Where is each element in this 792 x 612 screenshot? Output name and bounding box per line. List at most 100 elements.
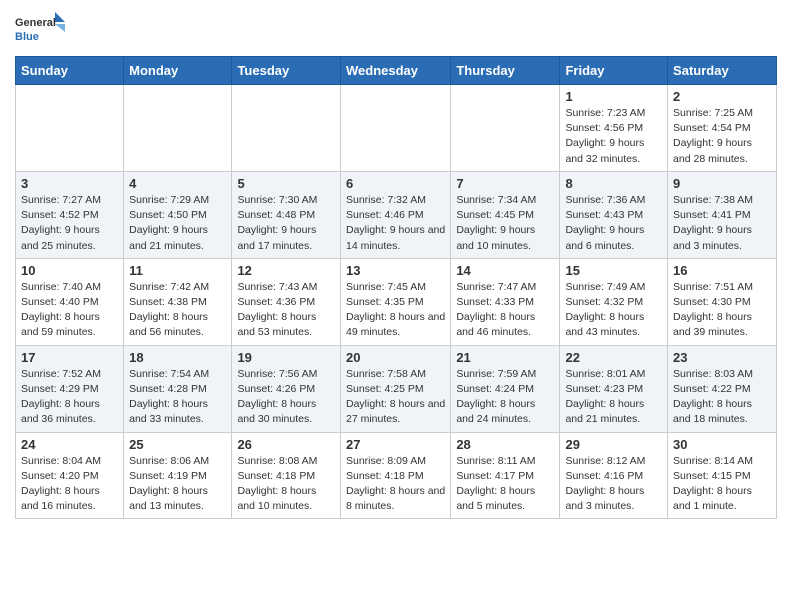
- calendar-cell-2-0: 10 Sunrise: 7:40 AM Sunset: 4:40 PM Dayli…: [16, 258, 124, 345]
- day-info: Sunrise: 7:34 AM Sunset: 4:45 PM Dayligh…: [456, 193, 554, 254]
- day-number: 29: [565, 437, 662, 452]
- col-header-wednesday: Wednesday: [340, 57, 450, 85]
- day-info: Sunrise: 7:25 AM Sunset: 4:54 PM Dayligh…: [673, 106, 771, 167]
- day-info: Sunrise: 8:08 AM Sunset: 4:18 PM Dayligh…: [237, 454, 335, 515]
- calendar-cell-1-1: 4 Sunrise: 7:29 AM Sunset: 4:50 PM Daylig…: [124, 171, 232, 258]
- calendar-row-4: 24 Sunrise: 8:04 AM Sunset: 4:20 PM Dayli…: [16, 432, 777, 519]
- calendar-cell-1-4: 7 Sunrise: 7:34 AM Sunset: 4:45 PM Daylig…: [451, 171, 560, 258]
- calendar-cell-1-0: 3Sunrise: 7:27 AM Sunset: 4:52 PM Daylig…: [16, 171, 124, 258]
- day-info: Sunrise: 7:56 AM Sunset: 4:26 PM Dayligh…: [237, 367, 335, 428]
- day-info: Sunrise: 8:09 AM Sunset: 4:18 PM Dayligh…: [346, 454, 445, 515]
- calendar-cell-3-5: 22 Sunrise: 8:01 AM Sunset: 4:23 PM Dayli…: [560, 345, 668, 432]
- day-info: Sunrise: 8:12 AM Sunset: 4:16 PM Dayligh…: [565, 454, 662, 515]
- calendar-cell-3-0: 17 Sunrise: 7:52 AM Sunset: 4:29 PM Dayli…: [16, 345, 124, 432]
- col-header-saturday: Saturday: [668, 57, 777, 85]
- day-number: 27: [346, 437, 445, 452]
- calendar-cell-2-6: 16 Sunrise: 7:51 AM Sunset: 4:30 PM Dayli…: [668, 258, 777, 345]
- day-info: Sunrise: 7:58 AM Sunset: 4:25 PM Dayligh…: [346, 367, 445, 428]
- day-number: 7: [456, 176, 554, 191]
- day-number: 18: [129, 350, 226, 365]
- day-number: 21: [456, 350, 554, 365]
- calendar-row-1: 3Sunrise: 7:27 AM Sunset: 4:52 PM Daylig…: [16, 171, 777, 258]
- day-info: Sunrise: 7:45 AM Sunset: 4:35 PM Dayligh…: [346, 280, 445, 341]
- calendar-row-0: 1 Sunrise: 7:23 AM Sunset: 4:56 PM Daylig…: [16, 85, 777, 172]
- col-header-friday: Friday: [560, 57, 668, 85]
- calendar-cell-2-4: 14 Sunrise: 7:47 AM Sunset: 4:33 PM Dayli…: [451, 258, 560, 345]
- svg-text:General: General: [15, 17, 56, 29]
- day-info: Sunrise: 7:29 AM Sunset: 4:50 PM Dayligh…: [129, 193, 226, 254]
- day-number: 8: [565, 176, 662, 191]
- day-info: Sunrise: 7:42 AM Sunset: 4:38 PM Dayligh…: [129, 280, 226, 341]
- calendar-cell-3-6: 23 Sunrise: 8:03 AM Sunset: 4:22 PM Dayli…: [668, 345, 777, 432]
- calendar-cell-4-4: 28Sunrise: 8:11 AM Sunset: 4:17 PM Dayli…: [451, 432, 560, 519]
- calendar-cell-4-0: 24 Sunrise: 8:04 AM Sunset: 4:20 PM Dayli…: [16, 432, 124, 519]
- day-number: 28: [456, 437, 554, 452]
- calendar-cell-4-5: 29 Sunrise: 8:12 AM Sunset: 4:16 PM Dayli…: [560, 432, 668, 519]
- day-number: 30: [673, 437, 771, 452]
- calendar-cell-1-3: 6Sunrise: 7:32 AM Sunset: 4:46 PM Daylig…: [340, 171, 450, 258]
- calendar-cell-3-3: 20 Sunrise: 7:58 AM Sunset: 4:25 PM Dayli…: [340, 345, 450, 432]
- day-number: 23: [673, 350, 771, 365]
- day-number: 22: [565, 350, 662, 365]
- calendar-cell-1-2: 5Sunrise: 7:30 AM Sunset: 4:48 PM Daylig…: [232, 171, 341, 258]
- day-number: 19: [237, 350, 335, 365]
- day-number: 10: [21, 263, 118, 278]
- calendar-cell-2-2: 12Sunrise: 7:43 AM Sunset: 4:36 PM Dayli…: [232, 258, 341, 345]
- day-info: Sunrise: 7:36 AM Sunset: 4:43 PM Dayligh…: [565, 193, 662, 254]
- calendar-cell-4-3: 27 Sunrise: 8:09 AM Sunset: 4:18 PM Dayli…: [340, 432, 450, 519]
- calendar-row-2: 10 Sunrise: 7:40 AM Sunset: 4:40 PM Dayli…: [16, 258, 777, 345]
- day-number: 2: [673, 89, 771, 104]
- day-info: Sunrise: 7:54 AM Sunset: 4:28 PM Dayligh…: [129, 367, 226, 428]
- day-number: 9: [673, 176, 771, 191]
- calendar-row-3: 17 Sunrise: 7:52 AM Sunset: 4:29 PM Dayli…: [16, 345, 777, 432]
- generalblue-logo-icon: General Blue: [15, 10, 65, 48]
- day-info: Sunrise: 7:27 AM Sunset: 4:52 PM Dayligh…: [21, 193, 118, 254]
- day-number: 11: [129, 263, 226, 278]
- day-info: Sunrise: 8:06 AM Sunset: 4:19 PM Dayligh…: [129, 454, 226, 515]
- calendar-cell-0-0: [16, 85, 124, 172]
- header: General Blue: [15, 10, 777, 48]
- day-info: Sunrise: 8:01 AM Sunset: 4:23 PM Dayligh…: [565, 367, 662, 428]
- calendar-cell-1-6: 9 Sunrise: 7:38 AM Sunset: 4:41 PM Daylig…: [668, 171, 777, 258]
- calendar-cell-0-5: 1 Sunrise: 7:23 AM Sunset: 4:56 PM Daylig…: [560, 85, 668, 172]
- day-info: Sunrise: 7:47 AM Sunset: 4:33 PM Dayligh…: [456, 280, 554, 341]
- day-number: 16: [673, 263, 771, 278]
- day-info: Sunrise: 7:52 AM Sunset: 4:29 PM Dayligh…: [21, 367, 118, 428]
- calendar-cell-4-1: 25 Sunrise: 8:06 AM Sunset: 4:19 PM Dayli…: [124, 432, 232, 519]
- day-number: 6: [346, 176, 445, 191]
- calendar-cell-4-6: 30 Sunrise: 8:14 AM Sunset: 4:15 PM Dayli…: [668, 432, 777, 519]
- col-header-monday: Monday: [124, 57, 232, 85]
- calendar-table: SundayMondayTuesdayWednesdayThursdayFrid…: [15, 56, 777, 519]
- calendar-cell-0-6: 2 Sunrise: 7:25 AM Sunset: 4:54 PM Daylig…: [668, 85, 777, 172]
- day-info: Sunrise: 7:59 AM Sunset: 4:24 PM Dayligh…: [456, 367, 554, 428]
- day-number: 20: [346, 350, 445, 365]
- calendar-cell-3-1: 18 Sunrise: 7:54 AM Sunset: 4:28 PM Dayli…: [124, 345, 232, 432]
- calendar-cell-0-4: [451, 85, 560, 172]
- day-number: 17: [21, 350, 118, 365]
- day-info: Sunrise: 8:04 AM Sunset: 4:20 PM Dayligh…: [21, 454, 118, 515]
- day-info: Sunrise: 7:23 AM Sunset: 4:56 PM Dayligh…: [565, 106, 662, 167]
- day-number: 14: [456, 263, 554, 278]
- calendar-cell-2-5: 15 Sunrise: 7:49 AM Sunset: 4:32 PM Dayli…: [560, 258, 668, 345]
- day-number: 4: [129, 176, 226, 191]
- calendar-cell-0-1: [124, 85, 232, 172]
- day-number: 24: [21, 437, 118, 452]
- day-number: 12: [237, 263, 335, 278]
- day-number: 25: [129, 437, 226, 452]
- calendar-cell-4-2: 26 Sunrise: 8:08 AM Sunset: 4:18 PM Dayli…: [232, 432, 341, 519]
- day-info: Sunrise: 7:49 AM Sunset: 4:32 PM Dayligh…: [565, 280, 662, 341]
- svg-text:Blue: Blue: [15, 31, 39, 43]
- day-number: 26: [237, 437, 335, 452]
- calendar-cell-3-4: 21 Sunrise: 7:59 AM Sunset: 4:24 PM Dayli…: [451, 345, 560, 432]
- day-info: Sunrise: 7:51 AM Sunset: 4:30 PM Dayligh…: [673, 280, 771, 341]
- day-number: 5: [237, 176, 335, 191]
- day-info: Sunrise: 8:14 AM Sunset: 4:15 PM Dayligh…: [673, 454, 771, 515]
- day-info: Sunrise: 7:38 AM Sunset: 4:41 PM Dayligh…: [673, 193, 771, 254]
- calendar-cell-2-3: 13Sunrise: 7:45 AM Sunset: 4:35 PM Dayli…: [340, 258, 450, 345]
- day-number: 15: [565, 263, 662, 278]
- calendar-cell-0-3: [340, 85, 450, 172]
- day-info: Sunrise: 8:03 AM Sunset: 4:22 PM Dayligh…: [673, 367, 771, 428]
- day-info: Sunrise: 7:40 AM Sunset: 4:40 PM Dayligh…: [21, 280, 118, 341]
- col-header-sunday: Sunday: [16, 57, 124, 85]
- day-number: 1: [565, 89, 662, 104]
